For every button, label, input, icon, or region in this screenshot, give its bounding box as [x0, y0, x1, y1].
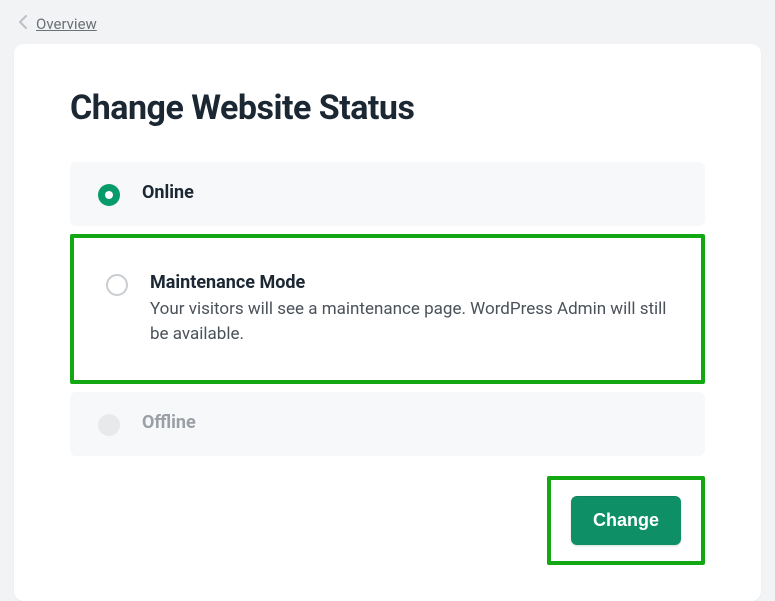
option-maintenance[interactable]: Maintenance Mode Your visitors will see …: [78, 252, 697, 366]
change-button[interactable]: Change: [571, 496, 681, 545]
option-offline-text: Offline: [142, 412, 196, 433]
option-offline-label: Offline: [142, 412, 196, 433]
option-maintenance-label: Maintenance Mode: [150, 272, 669, 293]
radio-offline[interactable]: [98, 414, 120, 436]
page-title: Change Website Status: [70, 88, 705, 128]
highlight-change-button: Change: [547, 476, 705, 565]
option-online[interactable]: Online: [70, 162, 705, 226]
option-maintenance-text: Maintenance Mode Your visitors will see …: [150, 272, 669, 346]
option-offline[interactable]: Offline: [70, 392, 705, 456]
highlight-maintenance: Maintenance Mode Your visitors will see …: [70, 234, 705, 384]
option-online-text: Online: [142, 182, 194, 203]
breadcrumb: Overview: [0, 0, 775, 44]
breadcrumb-overview-link[interactable]: Overview: [36, 15, 97, 33]
option-online-label: Online: [142, 182, 194, 203]
radio-online[interactable]: [98, 184, 120, 206]
option-maintenance-description: Your visitors will see a maintenance pag…: [150, 297, 669, 346]
footer-actions: Change: [70, 476, 705, 565]
radio-maintenance[interactable]: [106, 274, 128, 296]
chevron-left-icon[interactable]: [18, 14, 28, 34]
status-card: Change Website Status Online Maintenance…: [14, 44, 761, 601]
